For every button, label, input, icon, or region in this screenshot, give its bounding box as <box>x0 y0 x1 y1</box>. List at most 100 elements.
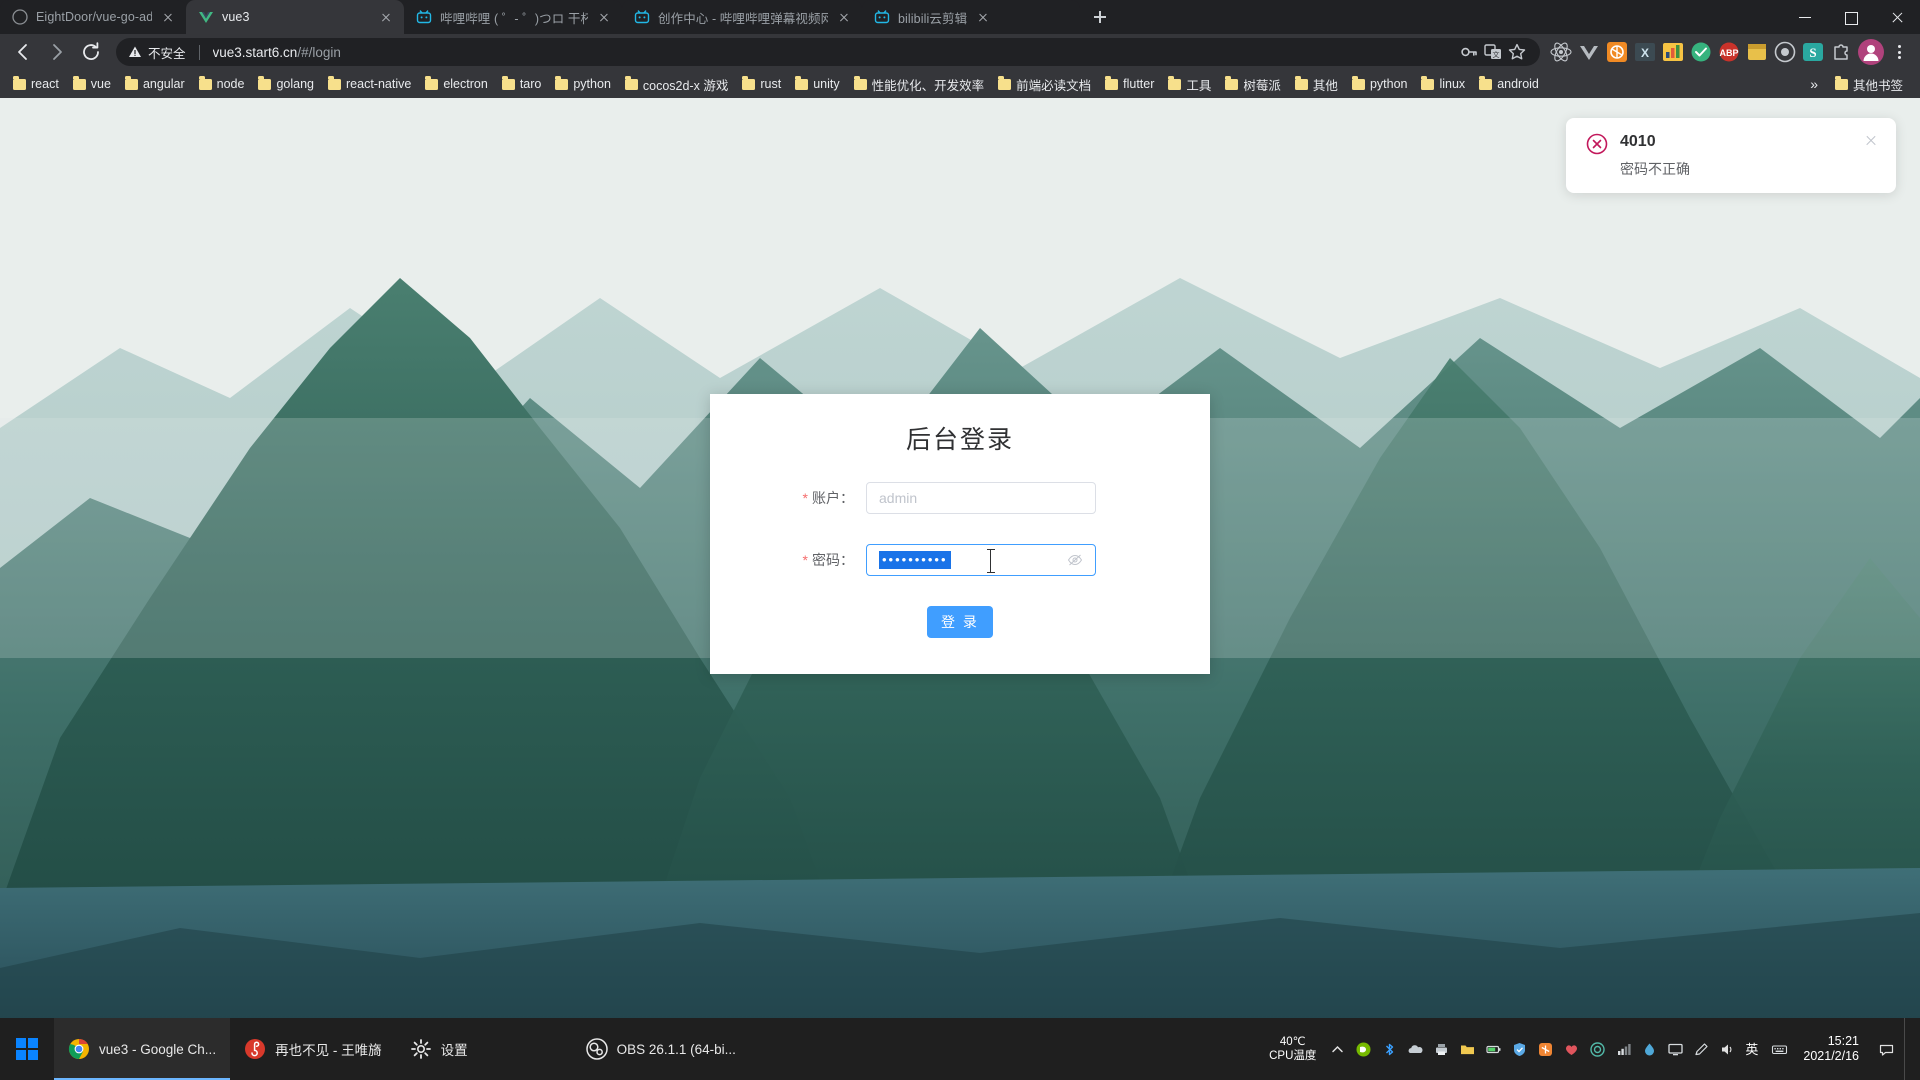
chevron-up-icon[interactable] <box>1329 1041 1346 1058</box>
key-icon[interactable] <box>1458 41 1480 63</box>
bookmark-item[interactable]: linux <box>1414 75 1472 93</box>
tab-close-icon[interactable] <box>160 9 176 25</box>
taskbar-item-obs[interactable]: OBS 26.1.1 (64-bi... <box>572 1018 750 1080</box>
shield-ext-icon[interactable] <box>1772 39 1798 65</box>
abp-icon[interactable]: ABP <box>1716 39 1742 65</box>
bookmark-item[interactable]: 前端必读文档 <box>991 73 1098 96</box>
heart-icon[interactable] <box>1563 1041 1580 1058</box>
bookmark-item[interactable]: node <box>192 75 252 93</box>
window-minimize-button[interactable] <box>1782 0 1828 34</box>
account-input[interactable]: admin <box>866 482 1096 514</box>
toast-close-icon[interactable] <box>1864 134 1878 148</box>
vue-icon <box>199 12 213 23</box>
back-button[interactable] <box>8 37 38 67</box>
bookmark-item[interactable]: android <box>1472 75 1546 93</box>
tab-close-icon[interactable] <box>596 9 612 25</box>
battery-icon[interactable] <box>1485 1041 1502 1058</box>
bookmark-item[interactable]: electron <box>418 75 494 93</box>
other-bookmarks-button[interactable]: 其他书签 <box>1828 73 1910 96</box>
bookmark-item[interactable]: 其他 <box>1288 73 1345 96</box>
show-desktop-button[interactable] <box>1904 1018 1910 1080</box>
bookmark-item[interactable]: golang <box>251 75 321 93</box>
forward-button[interactable] <box>42 37 72 67</box>
reload-button[interactable] <box>76 37 106 67</box>
new-tab-button[interactable] <box>1086 3 1114 31</box>
folder-icon <box>998 76 1012 90</box>
bookmark-item[interactable]: flutter <box>1098 75 1161 93</box>
pen-icon[interactable] <box>1693 1041 1710 1058</box>
bookmarks-overflow-button[interactable]: » <box>1810 76 1818 92</box>
monitor-icon[interactable] <box>1667 1041 1684 1058</box>
vue-devtools-icon[interactable] <box>1576 39 1602 65</box>
bookmark-star-icon[interactable] <box>1506 41 1528 63</box>
droplet-icon[interactable] <box>1641 1041 1658 1058</box>
profile-avatar[interactable] <box>1858 39 1884 65</box>
error-circle-icon <box>1586 133 1608 155</box>
bookmark-item[interactable]: angular <box>118 75 192 93</box>
eye-slash-icon[interactable] <box>1067 552 1083 568</box>
browser-menu-button[interactable] <box>1886 39 1912 65</box>
box-ext-icon[interactable] <box>1744 39 1770 65</box>
browser-tab-2[interactable]: 哔哩哔哩 ( ゜- ゜)つロ 干杯~-bili <box>404 0 622 34</box>
window-close-button[interactable] <box>1874 0 1920 34</box>
shield-icon[interactable] <box>1511 1041 1528 1058</box>
folder-icon[interactable] <box>1459 1041 1476 1058</box>
green-ext-icon[interactable] <box>1688 39 1714 65</box>
printer-icon[interactable] <box>1433 1041 1450 1058</box>
bookmark-label: 性能优化、开发效率 <box>871 78 985 93</box>
window-maximize-button[interactable] <box>1828 0 1874 34</box>
bookmark-item[interactable]: unity <box>788 75 846 93</box>
browser-tab-1[interactable]: vue3 <box>186 0 404 34</box>
cpu-temp-label: CPU温度 <box>1269 1050 1317 1062</box>
url-text: vue3.start6.cn/#/login <box>213 45 341 60</box>
bookmark-item[interactable]: cocos2d-x 游戏 <box>618 73 735 96</box>
bookmark-item[interactable]: rust <box>735 75 788 93</box>
password-value: •••••••••• <box>879 551 951 569</box>
login-button[interactable]: 登 录 <box>927 606 993 638</box>
spiral-icon[interactable] <box>1589 1041 1606 1058</box>
bookmark-label: react <box>31 77 59 91</box>
orange-icon[interactable] <box>1537 1041 1554 1058</box>
taskbar-item-settings[interactable]: 设置 <box>396 1018 482 1080</box>
taskbar-item-chrome[interactable]: vue3 - Google Ch... <box>54 1018 231 1080</box>
bookmark-item[interactable]: react <box>6 75 66 93</box>
network-icon[interactable] <box>1615 1041 1632 1058</box>
tab-close-icon[interactable] <box>378 9 394 25</box>
orange-ext-icon[interactable] <box>1604 39 1630 65</box>
tab-close-icon[interactable] <box>836 9 852 25</box>
tab-close-icon[interactable] <box>975 9 991 25</box>
address-bar[interactable]: 不安全 vue3.start6.cn/#/login 文 <box>116 38 1540 66</box>
screen: EightDoor/vue-go-admin: vue vue3 哔哩哔哩 ( … <box>0 0 1920 1080</box>
password-input[interactable]: •••••••••• <box>866 544 1096 576</box>
netease-music-icon <box>245 1039 266 1059</box>
bookmark-item[interactable]: python <box>1345 75 1415 93</box>
nvidia-icon[interactable] <box>1355 1041 1372 1058</box>
bluetooth-icon[interactable] <box>1381 1041 1398 1058</box>
puzzle-extensions-icon[interactable] <box>1828 39 1854 65</box>
translate-icon[interactable]: 文 <box>1482 41 1504 63</box>
chart-ext-icon[interactable] <box>1660 39 1686 65</box>
other-bookmarks-label: 其他书签 <box>1852 78 1903 93</box>
ime-indicator[interactable]: 英 <box>1745 1041 1758 1058</box>
bookmark-item[interactable]: taro <box>495 75 549 93</box>
react-devtools-icon[interactable] <box>1548 39 1574 65</box>
x-ext-icon[interactable]: X <box>1632 39 1658 65</box>
bookmark-item[interactable]: vue <box>66 75 118 93</box>
volume-icon[interactable] <box>1719 1041 1736 1058</box>
keyboard-icon[interactable] <box>1771 1041 1788 1058</box>
bookmark-item[interactable]: 树莓派 <box>1218 73 1288 96</box>
start-button[interactable] <box>0 1018 54 1080</box>
taskbar-item-music[interactable]: 再也不见 - 王唯旖 <box>230 1018 396 1080</box>
bookmark-item[interactable]: python <box>548 75 618 93</box>
bookmark-label: android <box>1497 77 1539 91</box>
onedrive-icon[interactable] <box>1407 1041 1424 1058</box>
browser-tab-4[interactable]: bilibili云剪辑 <box>862 0 1080 34</box>
bookmark-item[interactable]: react-native <box>321 75 418 93</box>
bookmark-item[interactable]: 工具 <box>1161 73 1218 96</box>
browser-tab-0[interactable]: EightDoor/vue-go-admin: vue <box>0 0 186 34</box>
bookmark-item[interactable]: 性能优化、开发效率 <box>847 73 992 96</box>
notification-icon[interactable] <box>1878 1041 1895 1058</box>
s-ext-icon[interactable]: S <box>1800 39 1826 65</box>
taskbar-clock[interactable]: 15:21 2021/2/16 <box>1797 1034 1869 1064</box>
browser-tab-3[interactable]: 创作中心 - 哔哩哔哩弹幕视频网 <box>622 0 862 34</box>
